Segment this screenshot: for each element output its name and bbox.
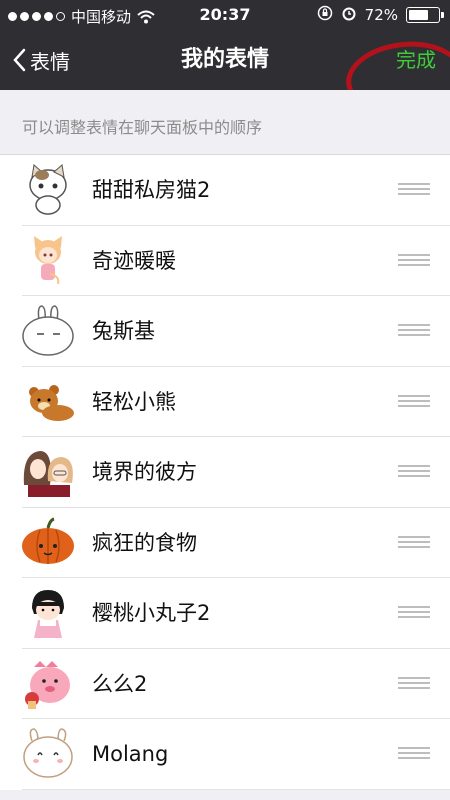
dino-sticker-icon <box>25 660 70 709</box>
chevron-left-icon <box>13 48 26 72</box>
rotation-lock-icon <box>317 5 333 25</box>
drag-handle-icon[interactable] <box>398 747 430 761</box>
sticker-name: 境界的彼方 <box>92 460 197 484</box>
drag-handle-icon[interactable] <box>398 535 430 550</box>
list-item[interactable]: 奇迹暖暖 <box>0 225 450 296</box>
drag-handle-icon[interactable] <box>398 606 430 620</box>
back-label: 表情 <box>30 49 70 74</box>
list-item[interactable]: 轻松小熊 <box>0 366 450 437</box>
sticker-name: 甜甜私房猫2 <box>92 178 211 202</box>
cat-sticker-icon <box>29 164 67 215</box>
drag-handle-icon[interactable] <box>398 394 430 409</box>
drag-handle-icon[interactable] <box>398 465 430 479</box>
sticker-name: Molang <box>92 742 169 766</box>
section-hint: 可以调整表情在聊天面板中的顺序 <box>0 90 450 154</box>
bear-sticker-icon <box>29 384 74 421</box>
list-item[interactable]: 境界的彼方 <box>0 437 450 508</box>
status-bar: 中国移动 20:37 72% <box>0 0 450 30</box>
maruko-sticker-icon <box>32 590 64 638</box>
battery-percent: 72% <box>364 6 398 24</box>
drag-handle-icon[interactable] <box>398 183 430 197</box>
list-item[interactable]: 疯狂的食物 <box>0 507 450 578</box>
drag-handle-icon[interactable] <box>398 253 430 268</box>
drag-handle-icon[interactable] <box>398 324 430 338</box>
girl-sticker-icon <box>34 235 62 284</box>
list-item[interactable]: 么么2 <box>0 648 450 719</box>
sticker-name: 兔斯基 <box>92 319 155 343</box>
drag-handle-icon[interactable] <box>398 676 430 691</box>
sticker-name: 奇迹暖暖 <box>92 248 176 273</box>
molang-sticker-icon <box>23 728 73 778</box>
status-right: 72% <box>317 5 444 25</box>
rabbit-sticker-icon <box>22 305 74 356</box>
anime-sticker-icon <box>23 451 73 497</box>
battery-icon <box>406 7 444 23</box>
list-item[interactable]: 兔斯基 <box>0 296 450 367</box>
alarm-icon <box>341 5 357 25</box>
sticker-name: 疯狂的食物 <box>92 530 197 555</box>
done-button[interactable]: 完成 <box>396 30 436 90</box>
pumpkin-sticker-icon <box>22 517 74 564</box>
list-item[interactable]: 甜甜私房猫2 <box>0 155 450 226</box>
battery-level <box>409 10 429 20</box>
list-item[interactable]: 樱桃小丸子2 <box>0 578 450 649</box>
sticker-name: 樱桃小丸子2 <box>92 601 211 625</box>
sticker-name: 么么2 <box>92 671 148 696</box>
list-item[interactable]: Molang <box>0 719 450 790</box>
sticker-name: 轻松小熊 <box>92 389 176 414</box>
sticker-list: 甜甜私房猫2 奇迹暖暖 兔斯基 轻松小熊 境界的彼方 疯狂的食物 樱桃小丸子2 … <box>0 154 450 790</box>
back-button[interactable]: 表情 <box>12 30 70 90</box>
navigation-bar: 表情 我的表情 完成 <box>0 30 450 120</box>
